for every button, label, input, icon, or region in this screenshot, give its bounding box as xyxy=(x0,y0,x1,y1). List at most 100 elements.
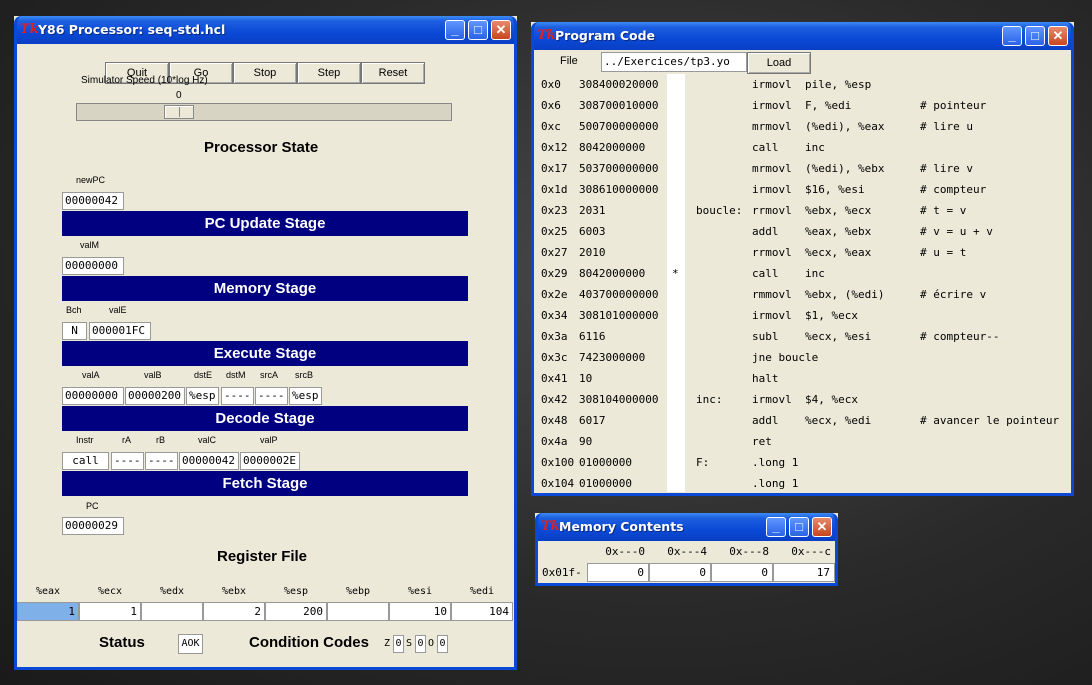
memory-value: 17 xyxy=(773,563,835,582)
code-row[interactable]: 0x3a 6116 subl %ecx, %esi # compteur-- xyxy=(531,326,1071,347)
file-label: File xyxy=(560,55,578,67)
code-address: 0x23 xyxy=(541,204,568,217)
code-row[interactable]: 0x12 8042000000 call inc xyxy=(531,137,1071,158)
stop-button[interactable]: Stop xyxy=(233,62,297,84)
file-path-input[interactable]: ../Exercices/tp3.yo xyxy=(601,52,747,72)
code-hex: 6003 xyxy=(579,225,606,238)
code-row[interactable]: 0x1d 308610000000 irmovl $16, %esi # compte… xyxy=(531,179,1071,200)
code-row[interactable]: 0x48 6017 addl %ecx, %edi # avancer le poin… xyxy=(531,410,1071,431)
code-row[interactable]: 0x2e 403700000000 rmmovl %ebx, (%edi) # écr… xyxy=(531,284,1071,305)
minimize-icon[interactable]: _ xyxy=(1002,26,1022,46)
fetch-label-ra: rA xyxy=(122,435,131,445)
code-row[interactable]: 0x23 2031 boucle: rrmovl %ebx, %ecx # t = v xyxy=(531,200,1071,221)
decode-stage: Decode Stage xyxy=(62,406,468,431)
code-row[interactable]: 0x4a 90 ret xyxy=(531,431,1071,452)
code-hex: 308104000000 xyxy=(579,393,659,406)
code-row[interactable]: 0xc 500700000000 mrmovl (%edi), %eax # lire… xyxy=(531,116,1071,137)
code-comment: # pointeur xyxy=(920,99,987,112)
memory-stage: Memory Stage xyxy=(62,276,468,301)
minimize-icon[interactable]: _ xyxy=(766,517,786,537)
fetch-label-instr: Instr xyxy=(76,435,94,445)
register-value[interactable] xyxy=(327,602,389,621)
register-value[interactable]: 104 xyxy=(451,602,513,621)
fetch-stage: Fetch Stage xyxy=(62,471,468,496)
tk-icon: Tk xyxy=(20,22,39,37)
reset-button[interactable]: Reset xyxy=(361,62,425,84)
register-value[interactable]: 2 xyxy=(203,602,265,621)
code-hex: 308700010000 xyxy=(579,99,659,112)
code-row[interactable]: 0x3c 7423000000 jne boucle xyxy=(531,347,1071,368)
memory-titlebar[interactable]: Tk Memory Contents _ □ ✕ xyxy=(535,513,838,541)
memory-column-header: 0x---c xyxy=(791,545,831,558)
memory-column-header: 0x---4 xyxy=(667,545,707,558)
close-icon[interactable]: ✕ xyxy=(491,20,511,40)
code-row[interactable]: 0x25 6003 addl %eax, %ebx # v = u + v xyxy=(531,221,1071,242)
code-address: 0x27 xyxy=(541,246,568,259)
code-instruction: irmovl $1, %ecx xyxy=(752,309,858,322)
cc-flag-value: 0 xyxy=(415,635,426,653)
register-value[interactable]: 200 xyxy=(265,602,327,621)
code-hex: 2010 xyxy=(579,246,606,259)
program-titlebar[interactable]: Tk Program Code _ □ ✕ xyxy=(531,22,1074,50)
window-title: Memory Contents xyxy=(559,519,684,534)
code-address: 0x0 xyxy=(541,78,561,91)
vale-field: 000001FC xyxy=(89,322,151,340)
code-instruction: mrmovl (%edi), %ebx xyxy=(752,162,885,175)
code-hex: 308400020000 xyxy=(579,78,659,91)
slider-handle[interactable] xyxy=(164,105,194,119)
code-instruction: mrmovl (%edi), %eax xyxy=(752,120,885,133)
memory-row-label: 0x01f- xyxy=(542,566,582,579)
decode-srca: ---- xyxy=(255,387,288,405)
fetch-label-valc: valC xyxy=(198,435,217,445)
cc-flag-label: O xyxy=(428,638,435,649)
y86-titlebar[interactable]: Tk Y86 Processor: seq-std.hcl _ □ ✕ xyxy=(14,16,517,44)
code-hex: 2031 xyxy=(579,204,606,217)
close-icon[interactable]: ✕ xyxy=(812,517,832,537)
code-instruction: addl %ecx, %edi xyxy=(752,414,872,427)
step-button[interactable]: Step xyxy=(297,62,361,84)
code-address: 0x42 xyxy=(541,393,568,406)
register-value[interactable]: 10 xyxy=(389,602,451,621)
code-row[interactable]: 0x41 10 halt xyxy=(531,368,1071,389)
code-row[interactable]: 0x17 503700000000 mrmovl (%edi), %ebx # lir… xyxy=(531,158,1071,179)
register-value[interactable]: 1 xyxy=(79,602,141,621)
code-address: 0x25 xyxy=(541,225,568,238)
code-instruction: rrmovl %ebx, %ecx xyxy=(752,204,872,217)
code-address: 0x1d xyxy=(541,183,568,196)
code-instruction: rrmovl %ecx, %eax xyxy=(752,246,872,259)
speed-value: 0 xyxy=(176,90,182,101)
code-row[interactable]: 0x34 308101000000 irmovl $1, %ecx xyxy=(531,305,1071,326)
code-row[interactable]: 0x42 308104000000 inc: irmovl $4, %ecx xyxy=(531,389,1071,410)
load-button[interactable]: Load xyxy=(747,52,811,74)
code-row[interactable]: 0x6 308700010000 irmovl F, %edi # pointeur xyxy=(531,95,1071,116)
close-icon[interactable]: ✕ xyxy=(1048,26,1068,46)
decode-dstm: ---- xyxy=(221,387,254,405)
window-title: Y86 Processor: seq-std.hcl xyxy=(38,22,226,37)
code-hex: 6017 xyxy=(579,414,606,427)
code-address: 0x2e xyxy=(541,288,568,301)
register-value[interactable]: 1 xyxy=(17,602,79,621)
code-address: 0x12 xyxy=(541,141,568,154)
register-value[interactable] xyxy=(141,602,203,621)
y86-processor-window: Tk Y86 Processor: seq-std.hcl _ □ ✕ Quit… xyxy=(14,16,517,670)
maximize-icon[interactable]: □ xyxy=(468,20,488,40)
decode-srcb: %esp xyxy=(289,387,322,405)
code-row[interactable]: 0x100 01000000 F: .long 1 xyxy=(531,452,1071,473)
minimize-icon[interactable]: _ xyxy=(445,20,465,40)
code-row[interactable]: 0x27 2010 rrmovl %ecx, %eax # u = t xyxy=(531,242,1071,263)
speed-slider[interactable] xyxy=(76,103,452,121)
register-name: %edx xyxy=(159,586,185,597)
condition-codes-label: Condition Codes xyxy=(249,634,369,651)
code-hex: 01000000 xyxy=(579,456,632,469)
maximize-icon[interactable]: □ xyxy=(1025,26,1045,46)
code-marker: * xyxy=(672,267,679,280)
code-hex: 90 xyxy=(579,435,593,448)
code-row[interactable]: 0x0 308400020000 irmovl pile, %esp xyxy=(531,74,1071,95)
code-row[interactable]: 0x29 8042000000 * call inc xyxy=(531,263,1071,284)
code-row[interactable]: 0x104 01000000 .long 1 xyxy=(531,473,1071,494)
code-address: 0x3a xyxy=(541,330,568,343)
code-label: boucle: xyxy=(696,204,743,217)
maximize-icon[interactable]: □ xyxy=(789,517,809,537)
code-address: 0x29 xyxy=(541,267,568,280)
decode-label-valb: valB xyxy=(144,370,162,380)
